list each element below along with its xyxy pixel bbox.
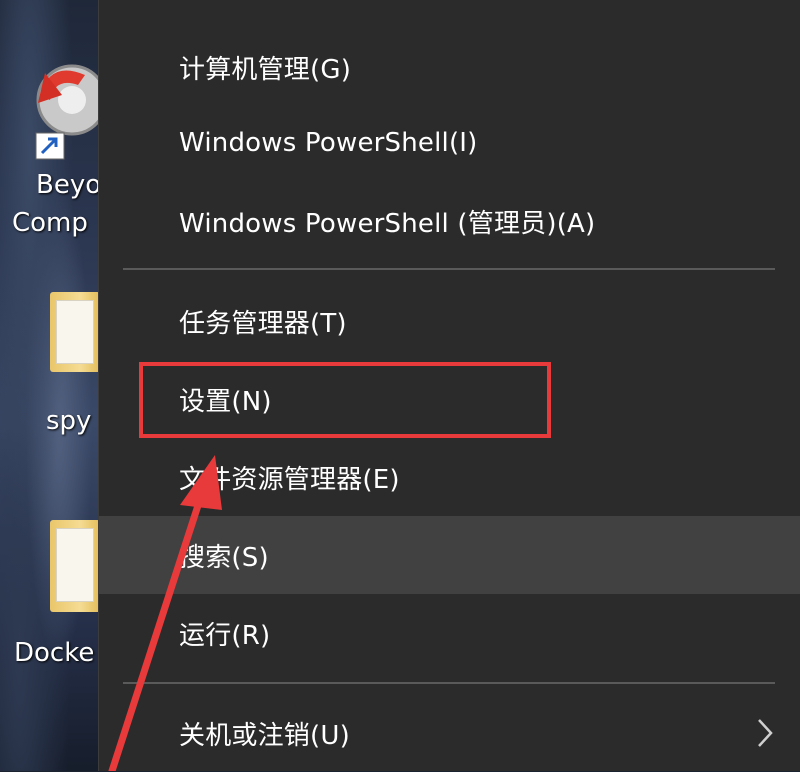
menu-item-powershell[interactable]: Windows PowerShell(I)	[99, 104, 800, 182]
menu-item-search[interactable]: 搜索(S)	[99, 516, 800, 594]
menu-separator	[123, 682, 775, 684]
menu-item-label: 搜索(S)	[179, 542, 269, 573]
folder-icon	[50, 292, 98, 372]
menu-item-label: 文件资源管理器(E)	[179, 464, 400, 495]
desktop-icon-beyond-compare[interactable]: Beyo Comp	[0, 55, 98, 255]
desktop-icon-docker-folder[interactable]: Docke	[0, 520, 98, 680]
menu-item-label: 设置(N)	[179, 386, 272, 417]
menu-item-computer-management[interactable]: 计算机管理(G)	[99, 28, 800, 106]
menu-item-file-explorer[interactable]: 文件资源管理器(E)	[99, 438, 800, 516]
chevron-right-icon	[758, 719, 773, 747]
beyond-compare-icon	[35, 64, 98, 160]
desktop-icon-label-line2: Comp	[12, 208, 88, 238]
menu-item-settings[interactable]: 设置(N)	[99, 360, 800, 438]
menu-item-label: 计算机管理(G)	[179, 54, 352, 85]
folder-icon	[50, 520, 98, 612]
menu-item-task-manager[interactable]: 任务管理器(T)	[99, 282, 800, 360]
menu-separator	[123, 268, 775, 270]
desktop-icon-spy-folder[interactable]: spy	[0, 292, 98, 442]
menu-item-label: 关机或注销(U)	[179, 720, 350, 751]
menu-item-label: Windows PowerShell (管理员)(A)	[179, 208, 596, 239]
menu-item-label: Windows PowerShell(I)	[179, 128, 478, 158]
desktop-icon-label: Docke	[14, 638, 95, 668]
menu-item-shutdown-signout[interactable]: 关机或注销(U)	[99, 694, 800, 772]
desktop-background: Beyo Comp spy Docke	[0, 0, 98, 771]
power-user-context-menu: 计算机管理(G) Windows PowerShell(I) Windows P…	[98, 0, 800, 771]
desktop-icon-label-line1: Beyo	[36, 170, 98, 200]
menu-item-run[interactable]: 运行(R)	[99, 594, 800, 672]
menu-item-label: 运行(R)	[179, 620, 271, 651]
menu-item-powershell-admin[interactable]: Windows PowerShell (管理员)(A)	[99, 182, 800, 260]
menu-item-label: 任务管理器(T)	[179, 308, 347, 339]
desktop-icon-label: spy	[46, 406, 92, 436]
